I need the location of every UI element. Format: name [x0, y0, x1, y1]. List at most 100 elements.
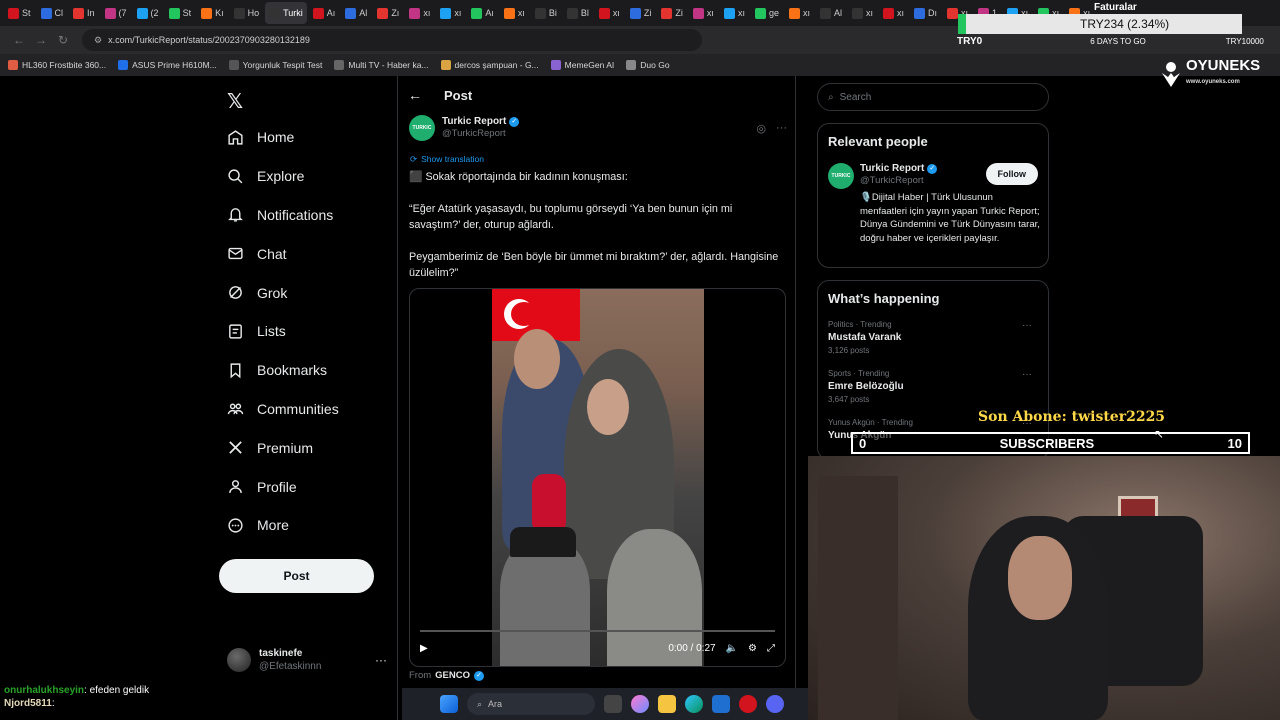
copilot-icon[interactable]	[631, 695, 649, 713]
goal-bar: TRY0 6 DAYS TO GO TRY10000	[957, 34, 1277, 48]
browser-tab[interactable]: ge	[751, 2, 783, 24]
show-translation-link[interactable]: ⟳ Show translation	[410, 154, 484, 165]
browser-tab[interactable]: Dı	[910, 2, 941, 24]
browser-tab[interactable]: In	[69, 2, 99, 24]
browser-tab[interactable]: Zi	[657, 2, 687, 24]
author-handle[interactable]: @TurkicReport	[442, 128, 519, 140]
sidebar-item-communities[interactable]: Communities	[219, 390, 389, 429]
browser-tab[interactable]: Ho	[230, 2, 264, 24]
tab-label: St	[182, 8, 192, 18]
browser-tab[interactable]: xı	[848, 2, 877, 24]
taskbar-search[interactable]: ⌕ Ara	[467, 693, 595, 715]
sidebar-item-grok[interactable]: Grok	[219, 273, 389, 312]
bookmark-item[interactable]: Yorgunluk Tespit Test	[228, 60, 323, 70]
browser-tab[interactable]: St	[165, 2, 196, 24]
back-arrow-icon[interactable]: ←	[408, 87, 422, 103]
more-dots-icon[interactable]: ···	[375, 653, 387, 667]
more-dots-icon[interactable]: ···	[776, 122, 787, 135]
sidebar-item-label: Premium	[257, 439, 314, 456]
volume-icon[interactable]: 🔈	[726, 643, 738, 654]
play-icon[interactable]: ▶	[420, 643, 428, 654]
tab-favicon-icon	[345, 7, 357, 19]
bookmark-item[interactable]: dercos şampuan - G...	[440, 60, 539, 70]
browser-tab[interactable]: Aı	[467, 2, 498, 24]
search-input[interactable]: ⌕ Search	[817, 83, 1049, 111]
settings-gear-icon[interactable]: ⚙	[748, 643, 757, 654]
forward-arrow-icon[interactable]: →	[30, 33, 52, 47]
browser-tab[interactable]: xı	[595, 2, 624, 24]
browser-tab[interactable]: Kı	[197, 2, 228, 24]
browser-tab[interactable]: xı	[689, 2, 718, 24]
bookmark-favicon-icon	[118, 60, 129, 70]
bookmark-item[interactable]: Duo Go	[626, 60, 670, 70]
sidebar-item-premium[interactable]: Premium	[219, 428, 389, 467]
sidebar-item-lists[interactable]: Lists	[219, 312, 389, 351]
sidebar-item-home[interactable]: Home	[219, 118, 389, 157]
sidebar-item-more[interactable]: More	[219, 506, 389, 545]
person-avatar[interactable]: TURKIC	[828, 163, 854, 189]
trend-item[interactable]: Politics · Trending Mustafa Varank 3,126 p…	[828, 320, 1038, 355]
post-paragraph: Peygamberimiz de ‘Ben böyle bir ümmet mi…	[409, 251, 779, 279]
task-view-icon[interactable]	[604, 695, 622, 713]
person-name[interactable]: Turkic Report	[860, 163, 924, 175]
site-info-icon[interactable]: ⚙	[94, 35, 102, 46]
browser-tab[interactable]: Zı	[373, 2, 403, 24]
more-dots-icon[interactable]: ···	[1022, 320, 1032, 331]
follow-button[interactable]: Follow	[985, 163, 1038, 185]
sidebar-item-notifications[interactable]: Notifications	[219, 196, 389, 235]
bookmark-label: Yorgunluk Tespit Test	[242, 60, 323, 70]
bookmark-item[interactable]: HL360 Frostbite 360...	[8, 60, 106, 70]
sidebar-item-explore[interactable]: Explore	[219, 157, 389, 196]
reload-icon[interactable]: ↻	[52, 33, 74, 47]
opera-icon[interactable]	[739, 695, 757, 713]
author-avatar[interactable]: TURKIC	[409, 115, 435, 141]
bookmark-item[interactable]: MemeGen AI	[550, 60, 614, 70]
browser-tab[interactable]: xı	[785, 2, 814, 24]
tab-favicon-icon	[723, 7, 735, 19]
mail-icon	[228, 248, 243, 260]
browser-tab[interactable]: St	[4, 2, 35, 24]
browser-tab[interactable]: Al	[816, 2, 846, 24]
browser-tab[interactable]: Turki	[265, 2, 307, 24]
x-logo-icon[interactable]: 𝕏	[227, 89, 243, 114]
fullscreen-icon[interactable]: ⤢	[767, 643, 775, 654]
sidebar-item-bookmarks[interactable]: Bookmarks	[219, 351, 389, 390]
sidebar-item-chat[interactable]: Chat	[219, 234, 389, 273]
tab-label: xı	[517, 8, 525, 18]
browser-tab[interactable]: (2	[133, 2, 163, 24]
discord-icon[interactable]	[766, 695, 784, 713]
store-icon[interactable]	[712, 695, 730, 713]
account-name: taskinefe	[259, 648, 303, 659]
trend-item[interactable]: Sports · Trending Emre Belözoğlu 3,647 pos…	[828, 369, 1038, 404]
video-player[interactable]: ▶ 0:00 / 0:27 🔈 ⚙ ⤢	[409, 288, 786, 667]
file-explorer-icon[interactable]	[658, 695, 676, 713]
sidebar-item-label: Grok	[257, 284, 288, 301]
browser-tab[interactable]: Aı	[309, 2, 340, 24]
browser-tab[interactable]: Bl	[563, 2, 593, 24]
bookmark-item[interactable]: ASUS Prime H610M...	[118, 60, 217, 70]
browser-tab[interactable]: xı	[879, 2, 908, 24]
url-field[interactable]: ⚙ x.com/TurkicReport/status/200237090328…	[82, 29, 702, 51]
more-dots-icon[interactable]: ···	[1022, 369, 1032, 380]
browser-tab[interactable]: (7	[101, 2, 131, 24]
browser-tab[interactable]: xı	[436, 2, 465, 24]
grok-icon[interactable]: ◎	[756, 122, 766, 135]
browser-tab[interactable]: Zi	[626, 2, 656, 24]
browser-tab[interactable]: xı	[500, 2, 529, 24]
sidebar-item-profile[interactable]: Profile	[219, 467, 389, 506]
compose-post-button[interactable]: Post	[219, 559, 374, 593]
back-arrow-icon[interactable]: ←	[8, 33, 30, 47]
windows-start-icon[interactable]	[440, 695, 458, 713]
browser-tab[interactable]: Cl	[37, 2, 68, 24]
browser-tab[interactable]: Bi	[531, 2, 561, 24]
post-paragraph: “Eğer Atatürk yaşasaydı, bu toplumu görs…	[409, 203, 733, 231]
edge-icon[interactable]	[685, 695, 703, 713]
bookmark-item[interactable]: Multi TV - Haber ka...	[334, 60, 429, 70]
browser-tab[interactable]: Al	[341, 2, 371, 24]
author-name[interactable]: Turkic Report	[442, 116, 506, 128]
browser-tab[interactable]: xı	[405, 2, 434, 24]
source-name[interactable]: GENCO	[435, 670, 470, 681]
trend-count: 3,126 posts	[828, 346, 870, 355]
browser-tab[interactable]: xı	[720, 2, 749, 24]
account-switcher[interactable]: taskinefe @Efetaskinnn ···	[227, 642, 387, 678]
